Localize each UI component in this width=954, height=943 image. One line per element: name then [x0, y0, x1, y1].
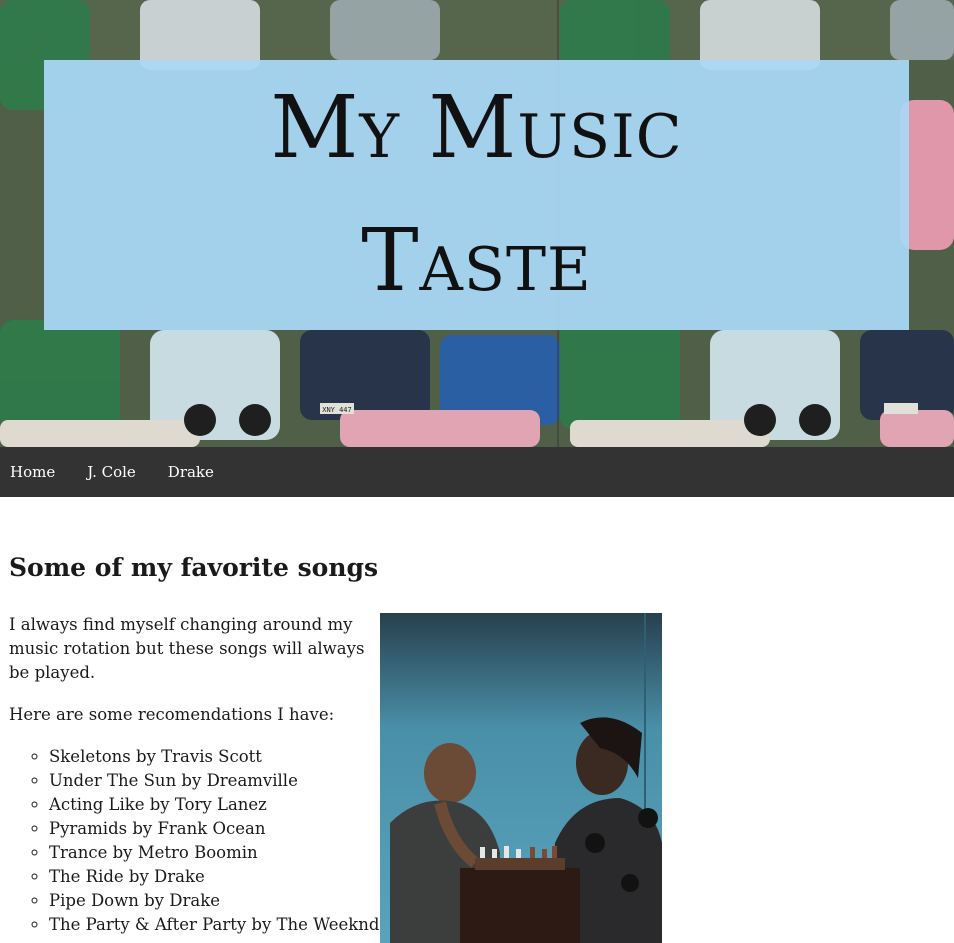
hero-banner: XNY 447 My Music Taste: [0, 0, 954, 447]
main-content: Some of my favorite songs I always find …: [9, 553, 954, 943]
list-item: The Party & After Party by The Weeknd: [49, 913, 380, 937]
list-item: Under The Sun by Dreamville: [49, 769, 374, 793]
page-title-line2: Taste: [361, 211, 592, 311]
nav-drake-link[interactable]: Drake: [152, 447, 230, 497]
list-item: Acting Like by Tory Lanez: [49, 793, 374, 817]
chess-photo-image: [380, 613, 662, 943]
intro-paragraph: I always find myself changing around my …: [9, 615, 365, 682]
title-box: My Music Taste: [44, 60, 909, 330]
top-nav: Home J. Cole Drake: [0, 447, 954, 497]
drake-jcole-chess-photo: [380, 613, 662, 943]
list-item: Pyramids by Frank Ocean: [49, 817, 374, 841]
song-list: Skeletons by Travis Scott Under The Sun …: [9, 745, 380, 937]
section-heading: Some of my favorite songs: [9, 553, 379, 582]
nav-home-link[interactable]: Home: [0, 447, 71, 497]
text-column: I always find myself changing around my …: [9, 613, 380, 937]
list-item: Pipe Down by Drake: [49, 889, 374, 913]
nav-jcole-link[interactable]: J. Cole: [71, 447, 152, 497]
list-item: Trance by Metro Boomin: [49, 841, 374, 865]
page-title-line1: My Music: [270, 77, 683, 178]
license-plate-text: XNY 447: [322, 406, 352, 414]
list-item: The Ride by Drake: [49, 865, 374, 889]
list-item: Skeletons by Travis Scott: [49, 745, 374, 769]
recommendations-intro: Here are some recomendations I have:: [9, 705, 335, 724]
